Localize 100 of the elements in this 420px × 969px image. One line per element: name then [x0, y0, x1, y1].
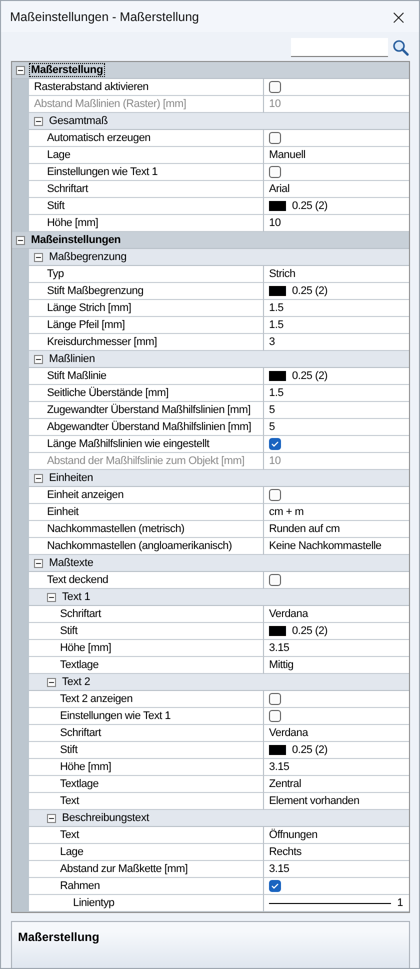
property-label: Textlage: [60, 778, 99, 790]
property-value: 1.5: [269, 387, 284, 399]
property-label: Einheit: [47, 506, 79, 518]
category-row[interactable]: Beschreibungstext: [29, 810, 409, 827]
category-label: Text 2: [61, 675, 92, 689]
collapse-icon[interactable]: [34, 474, 43, 482]
property-label: Rahmen: [60, 880, 100, 892]
collapse-icon[interactable]: [16, 66, 25, 74]
property-value: 0.25 (2): [292, 370, 328, 382]
property-value: Öffnungen: [269, 829, 318, 841]
collapse-icon[interactable]: [47, 814, 56, 822]
property-value: Arial: [269, 183, 290, 195]
property-value: 3.15: [269, 863, 290, 875]
property-label: Text deckend: [47, 574, 108, 586]
property-label: Schriftart: [60, 608, 102, 620]
property-value: 0.25 (2): [292, 625, 328, 637]
category-label: Gesamtmaß: [48, 114, 109, 128]
property-value: 0.25 (2): [292, 744, 328, 756]
collapse-icon[interactable]: [34, 252, 43, 262]
category-row[interactable]: Maßlinien: [29, 351, 409, 368]
property-label: Abstand der Maßhilfslinie zum Objekt [mm]: [47, 455, 244, 467]
search-field[interactable]: [291, 38, 388, 57]
property-label: Schriftart: [60, 727, 102, 739]
property-label: Textlage: [60, 659, 99, 671]
property-value: 3.15: [269, 761, 290, 773]
checkbox[interactable]: [269, 574, 281, 586]
category-row[interactable]: Gesamtmaß: [29, 113, 409, 130]
category-row[interactable]: Maßeinstellungen: [12, 232, 409, 249]
property-value: 1.5: [269, 319, 284, 331]
property-value: Runden auf cm: [269, 523, 340, 535]
property-label: Rasterabstand aktivieren: [34, 81, 148, 93]
collapse-icon[interactable]: [47, 592, 56, 602]
collapse-icon[interactable]: [16, 236, 25, 244]
checkbox[interactable]: [269, 81, 281, 93]
checkbox[interactable]: [269, 166, 281, 178]
property-label: Stift: [60, 625, 78, 637]
close-button[interactable]: ×: [388, 6, 409, 26]
property-label: Einstellungen wie Text 1: [60, 710, 171, 722]
checkbox[interactable]: [269, 438, 281, 450]
collapse-icon[interactable]: [47, 678, 56, 686]
property-value: 3.15: [269, 642, 290, 654]
checkbox[interactable]: [269, 693, 281, 705]
collapse-icon[interactable]: [34, 354, 43, 364]
property-label: Kreisdurchmesser [mm]: [47, 336, 157, 348]
property-value: 5: [269, 404, 275, 416]
property-label: Stift: [47, 200, 64, 212]
property-label: Einheit anzeigen: [47, 489, 124, 501]
property-value: 10: [269, 98, 281, 110]
property-value: Mittig: [269, 659, 294, 671]
property-value: Manuell: [269, 149, 306, 161]
category-label: Maßtexte: [48, 556, 94, 570]
property-label: Abstand Maßlinien (Raster) [mm]: [34, 98, 186, 110]
property-value: 5: [269, 421, 275, 433]
property-label: Linientyp: [73, 897, 114, 909]
category-label: Beschreibungstext: [61, 811, 150, 825]
property-label: Text 2 anzeigen: [60, 693, 133, 705]
checkmark-icon: [271, 883, 279, 889]
property-value: Zentral: [269, 778, 302, 790]
property-value: Rechts: [269, 846, 302, 858]
checkbox[interactable]: [269, 132, 281, 144]
category-row[interactable]: Text 1: [29, 589, 409, 606]
property-label: Stift Maßbegrenzung: [47, 285, 144, 297]
description-title: Maßerstellung: [18, 930, 100, 944]
checkmark-icon: [271, 441, 279, 447]
property-value: Verdana: [269, 727, 308, 739]
category-row[interactable]: Maßbegrenzung: [29, 249, 409, 266]
pen-swatch: [269, 201, 286, 211]
property-label: Abgewandter Überstand Maßhilfslinien [mm]: [47, 421, 252, 433]
property-label: Länge Strich [mm]: [47, 302, 132, 314]
property-value: Verdana: [269, 608, 308, 620]
category-label: Maßeinstellungen: [30, 233, 122, 247]
category-row[interactable]: Text 2: [29, 674, 409, 691]
property-label: Lage: [47, 149, 70, 161]
property-value: Strich: [269, 268, 296, 280]
property-label: Stift: [60, 744, 78, 756]
checkbox[interactable]: [269, 880, 281, 892]
property-label: Seitliche Überstände [mm]: [47, 387, 168, 399]
category-label: Text 1: [61, 590, 92, 604]
pen-swatch: [269, 286, 286, 296]
checkbox[interactable]: [269, 710, 281, 722]
category-row[interactable]: Maßtexte: [29, 555, 409, 572]
collapse-icon[interactable]: [34, 116, 43, 126]
property-value: 10: [269, 455, 281, 467]
property-label: Abstand zur Maßkette [mm]: [60, 863, 188, 875]
property-value: 1: [397, 897, 403, 909]
property-label: Text: [60, 795, 79, 807]
category-label: Maßerstellung: [29, 63, 105, 77]
category-row[interactable]: Maßerstellung: [12, 62, 409, 79]
property-label: Text: [60, 829, 79, 841]
category-row[interactable]: Einheiten: [29, 470, 409, 487]
property-label: Höhe [mm]: [60, 761, 112, 773]
property-label: Nachkommastellen (metrisch): [47, 523, 184, 535]
property-label: Zugewandter Überstand Maßhilfslinien [mm]: [47, 404, 251, 416]
property-label: Typ: [47, 268, 64, 280]
checkbox[interactable]: [269, 489, 281, 501]
property-value: Element vorhanden: [269, 795, 360, 807]
property-label: Automatisch erzeugen: [47, 132, 150, 144]
property-label: Lage: [60, 846, 84, 858]
search-icon[interactable]: [392, 39, 409, 56]
collapse-icon[interactable]: [34, 558, 43, 568]
